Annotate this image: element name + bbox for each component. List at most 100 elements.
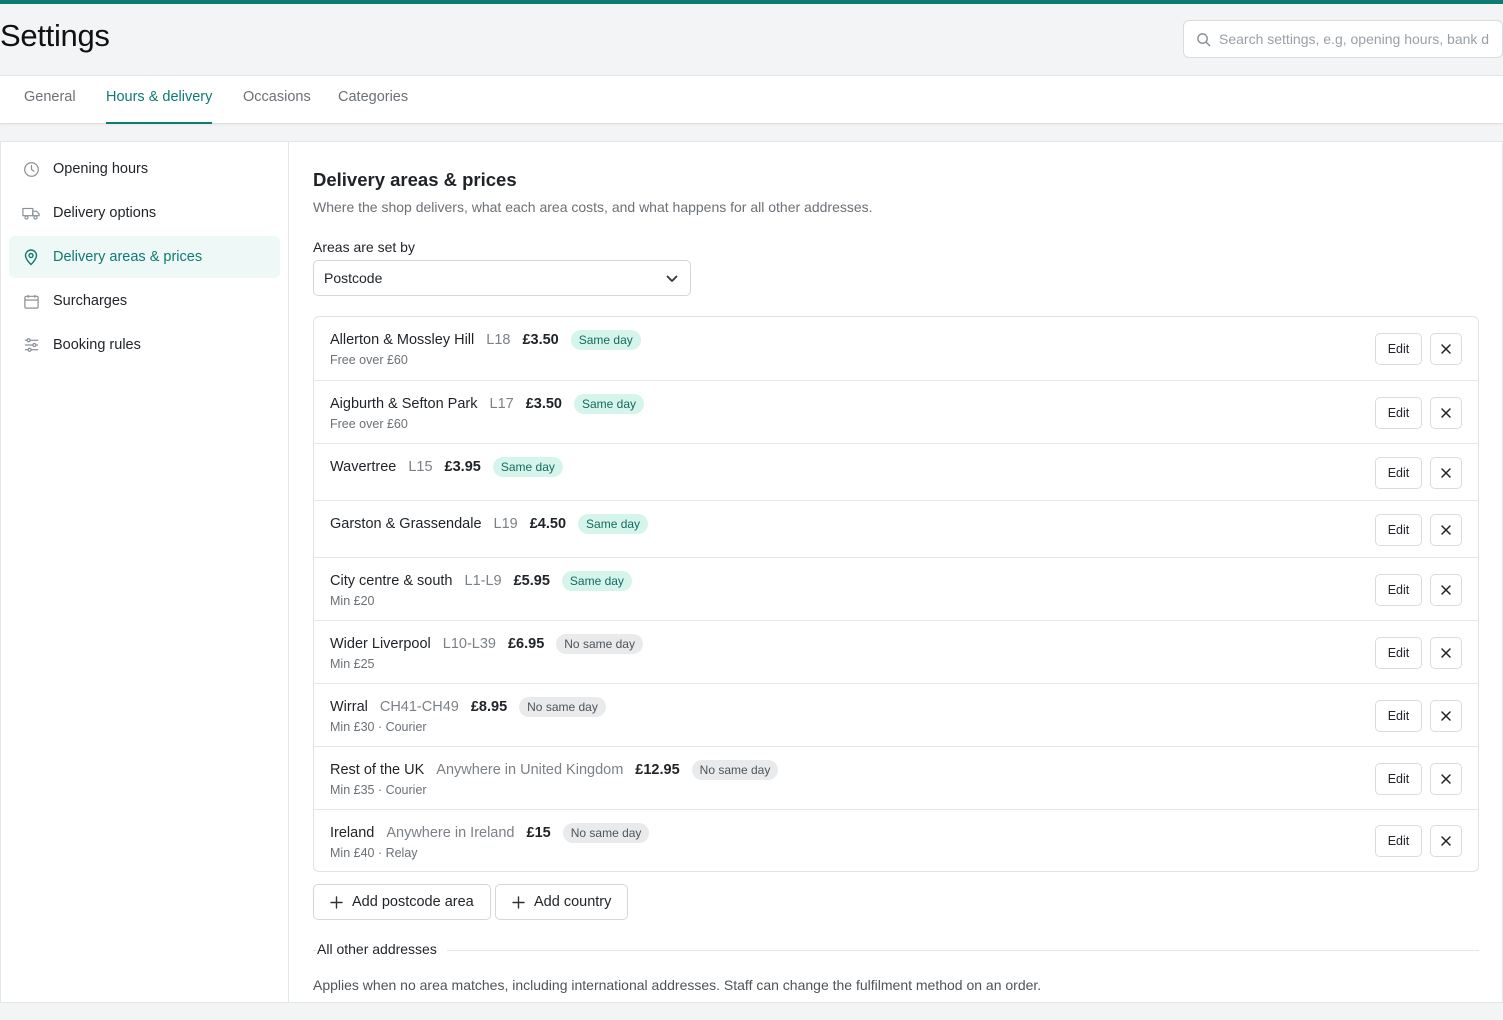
edit-button[interactable]: Edit <box>1375 763 1422 795</box>
edit-button[interactable]: Edit <box>1375 825 1422 857</box>
area-code: Anywhere in United Kingdom <box>436 762 624 778</box>
close-icon <box>1441 468 1451 478</box>
delivery-area-row: Wavertree L15 £3.95 Same day Edit <box>314 443 1478 500</box>
area-price: £12.95 <box>635 762 680 778</box>
delivery-area-row: Allerton & Mossley Hill L18 £3.50 Same d… <box>314 317 1478 380</box>
area-price: £15 <box>526 825 551 841</box>
tab-occasions[interactable]: Occasions <box>243 89 311 105</box>
remove-button[interactable] <box>1430 825 1462 857</box>
calendar-icon <box>22 292 40 310</box>
edit-button[interactable]: Edit <box>1375 700 1422 732</box>
close-icon <box>1441 648 1451 658</box>
tab-bar: General Hours & delivery Occasions Categ… <box>0 75 1503 124</box>
section-description: Where the shop delivers, what each area … <box>313 199 873 215</box>
status-badge: No same day <box>691 760 779 780</box>
status-badge: No same day <box>556 634 643 654</box>
edit-button[interactable]: Edit <box>1375 514 1422 546</box>
close-icon <box>1441 836 1451 846</box>
sidebar-item-delivery-areas[interactable]: Delivery areas & prices <box>9 236 280 278</box>
close-icon <box>1441 585 1451 595</box>
sidebar-item-label: Delivery options <box>53 205 157 221</box>
remove-button[interactable] <box>1430 700 1462 732</box>
add-country-label: Add country <box>534 894 612 910</box>
edit-button[interactable]: Edit <box>1375 397 1422 429</box>
status-badge: Same day <box>570 330 641 350</box>
area-name: City centre & south <box>330 573 453 589</box>
area-price: £4.50 <box>529 516 567 532</box>
sidebar-item-surcharges[interactable]: Surcharges <box>9 280 280 322</box>
truck-icon <box>22 204 40 222</box>
remove-button[interactable] <box>1430 333 1462 365</box>
area-name: Wavertree <box>330 459 397 475</box>
chevron-down-icon <box>666 270 678 286</box>
sidebar-item-label: Surcharges <box>53 293 128 309</box>
area-conditions: Min £40 · Relay <box>330 846 418 860</box>
search-box[interactable] <box>1183 20 1503 58</box>
areas-set-by-label: Areas are set by <box>313 239 415 255</box>
area-conditions: Min £35 · Courier <box>330 783 427 797</box>
clock-icon <box>22 160 40 178</box>
add-country-button[interactable]: Add country <box>495 884 629 920</box>
area-code: CH41-CH49 <box>379 699 459 715</box>
areas-set-by-select[interactable]: Postcode <box>313 260 691 296</box>
area-price: £3.95 <box>444 459 481 475</box>
area-code: L10-L39 <box>442 636 496 652</box>
area-price: £6.95 <box>507 636 545 652</box>
status-badge: Same day <box>492 457 563 477</box>
close-icon <box>1441 344 1451 354</box>
status-badge: No same day <box>562 823 650 843</box>
delivery-area-row: Ireland Anywhere in Ireland £15 No same … <box>314 809 1478 871</box>
area-price: £3.50 <box>522 332 559 348</box>
status-badge: Same day <box>561 571 632 591</box>
area-name: Allerton & Mossley Hill <box>330 332 475 348</box>
delivery-area-row: Wirral CH41-CH49 £8.95 No same day Min £… <box>314 683 1478 746</box>
edit-button[interactable]: Edit <box>1375 637 1422 669</box>
remove-button[interactable] <box>1430 514 1462 546</box>
area-code: L15 <box>408 459 433 475</box>
area-name: Wider Liverpool <box>330 636 431 652</box>
plus-icon <box>512 895 525 909</box>
delivery-area-row: Rest of the UK Anywhere in United Kingdo… <box>314 746 1478 809</box>
tab-categories[interactable]: Categories <box>338 89 408 105</box>
all-other-addresses-description: Applies when no area matches, including … <box>313 977 1042 993</box>
close-icon <box>1441 408 1451 418</box>
page-title: Settings <box>0 18 110 53</box>
remove-button[interactable] <box>1430 574 1462 606</box>
tab-general[interactable]: General <box>24 89 76 105</box>
area-conditions: Free over £60 <box>330 417 408 431</box>
edit-button[interactable]: Edit <box>1375 333 1422 365</box>
area-conditions: Free over £60 <box>330 353 408 367</box>
select-value: Postcode <box>324 270 383 286</box>
remove-button[interactable] <box>1430 637 1462 669</box>
delivery-area-row: Aigburth & Sefton Park L17 £3.50 Same da… <box>314 380 1478 443</box>
search-input[interactable] <box>1219 31 1499 47</box>
area-conditions: Min £25 <box>330 657 375 671</box>
delivery-area-row: Garston & Grassendale L19 £4.50 Same day… <box>314 500 1478 557</box>
edit-button[interactable]: Edit <box>1375 457 1422 489</box>
add-postcode-area-button[interactable]: Add postcode area <box>313 884 491 920</box>
edit-button[interactable]: Edit <box>1375 574 1422 606</box>
area-code: Anywhere in Ireland <box>386 825 515 841</box>
divider <box>313 950 1479 951</box>
remove-button[interactable] <box>1430 457 1462 489</box>
delivery-area-list: Allerton & Mossley Hill L18 £3.50 Same d… <box>313 316 1479 872</box>
add-postcode-area-label: Add postcode area <box>352 894 474 910</box>
map-pin-icon <box>22 248 40 266</box>
close-icon <box>1441 711 1451 721</box>
sidebar-item-booking-rules[interactable]: Booking rules <box>9 324 280 366</box>
area-code: L17 <box>489 396 514 412</box>
delivery-area-row: City centre & south L1-L9 £5.95 Same day… <box>314 557 1478 620</box>
sidebar-item-opening-hours[interactable]: Opening hours <box>9 148 280 190</box>
area-code: L19 <box>493 516 518 532</box>
sidebar-item-label: Booking rules <box>53 337 141 353</box>
settings-sidebar: Opening hours Delivery options Delivery … <box>1 142 289 1002</box>
sliders-icon <box>22 336 40 354</box>
area-name: Aigburth & Sefton Park <box>330 396 478 412</box>
area-price: £8.95 <box>470 699 508 715</box>
sidebar-item-delivery-options[interactable]: Delivery options <box>9 192 280 234</box>
remove-button[interactable] <box>1430 397 1462 429</box>
area-name: Ireland <box>330 825 375 841</box>
tab-hours-delivery[interactable]: Hours & delivery <box>106 89 213 124</box>
remove-button[interactable] <box>1430 763 1462 795</box>
plus-icon <box>330 895 343 909</box>
